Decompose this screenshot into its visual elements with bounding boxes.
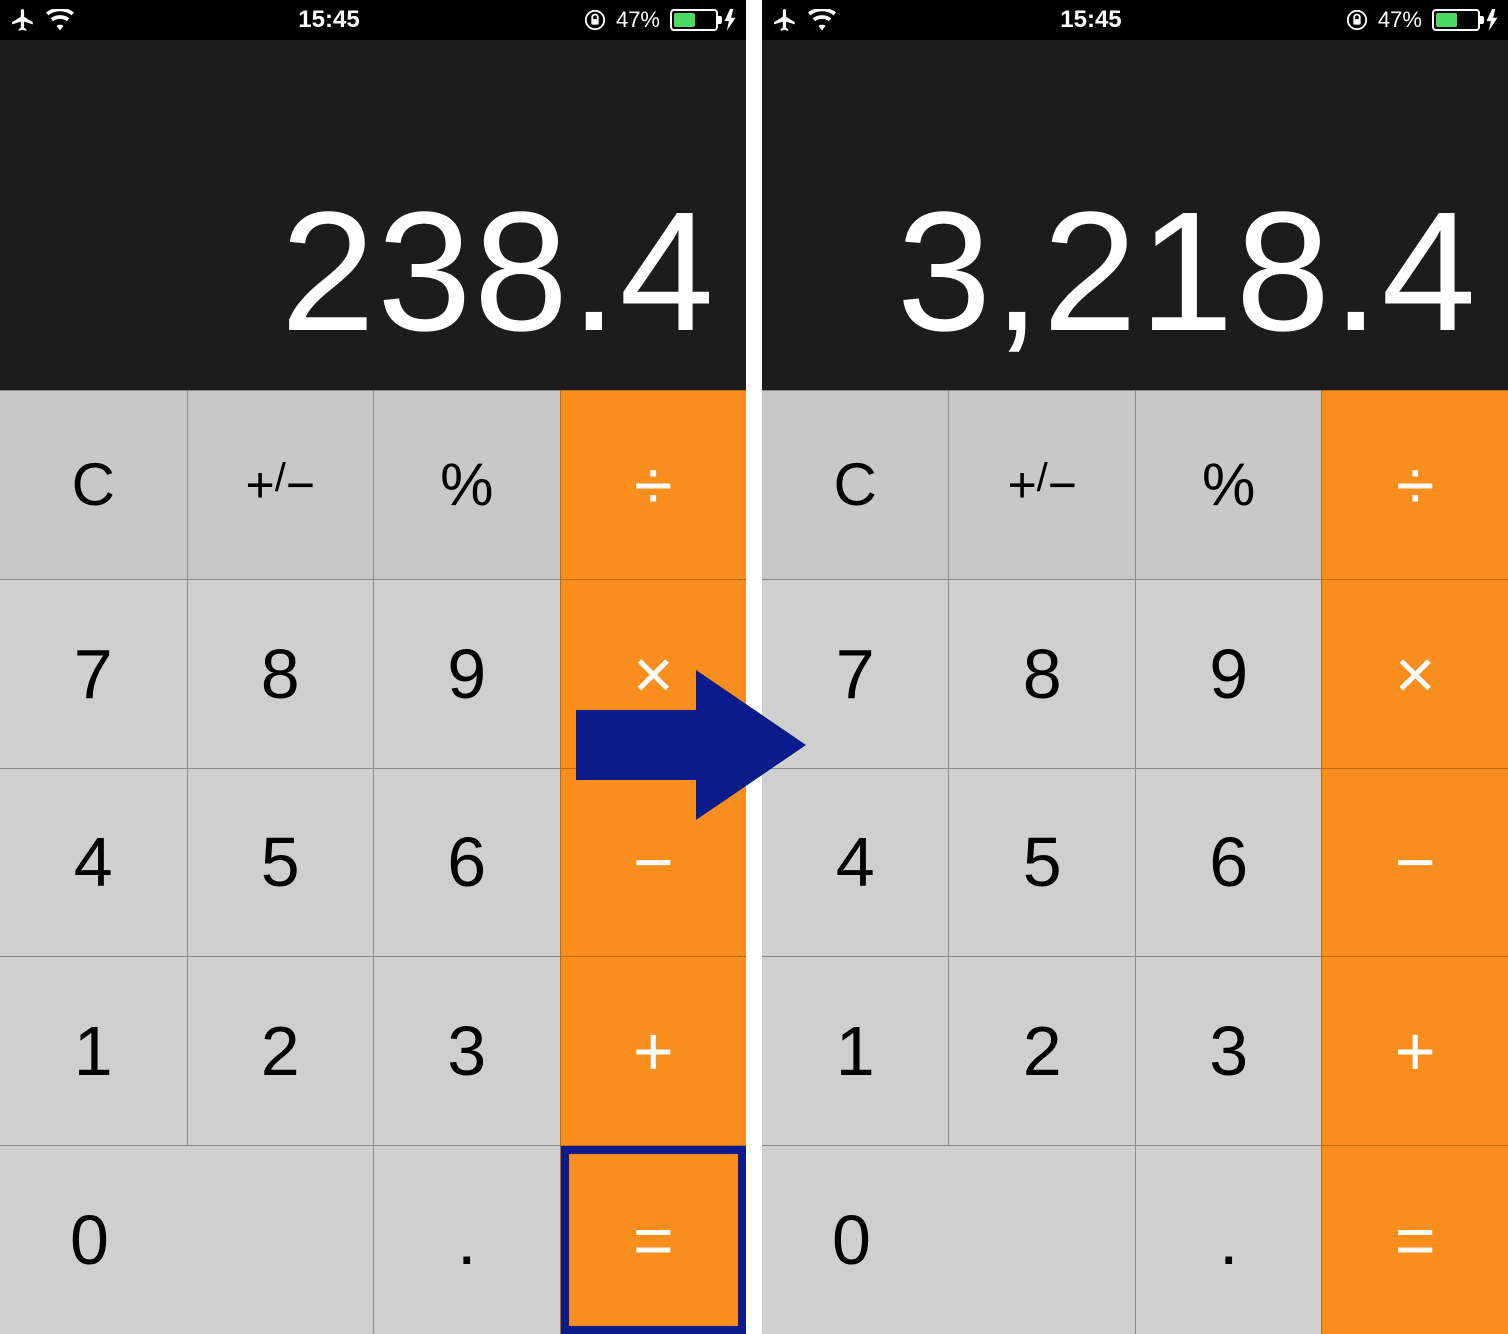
calculator-before: 15:45 47% 238.4 C +/− % ÷ 7 8 9	[0, 0, 746, 1334]
status-bar: 15:45 47%	[0, 0, 746, 40]
divide-button[interactable]: ÷	[1321, 390, 1508, 579]
orientation-lock-icon	[584, 9, 606, 31]
equals-button[interactable]: =	[1321, 1145, 1508, 1334]
digit-5-button[interactable]: 5	[948, 768, 1135, 957]
calculator-display: 3,218.4	[762, 40, 1508, 390]
plus-minus-button[interactable]: +/−	[948, 390, 1135, 579]
orientation-lock-icon	[1346, 9, 1368, 31]
display-value: 238.4	[281, 174, 716, 370]
equals-button[interactable]: =	[560, 1145, 747, 1334]
digit-8-button[interactable]: 8	[187, 579, 374, 768]
digit-7-button[interactable]: 7	[762, 579, 949, 768]
divide-button[interactable]: ÷	[560, 390, 747, 579]
keypad: C +/− % ÷ 7 8 9 × 4 5 6 − 1 2 3 + 0 . =	[762, 390, 1508, 1334]
clear-button[interactable]: C	[0, 390, 187, 579]
minus-button[interactable]: −	[560, 768, 747, 957]
digit-1-button[interactable]: 1	[0, 956, 187, 1145]
battery-percent: 47%	[616, 7, 660, 33]
status-time: 15:45	[298, 6, 359, 34]
plus-button[interactable]: +	[560, 956, 747, 1145]
calculator-display: 238.4	[0, 40, 746, 390]
airplane-mode-icon	[10, 7, 36, 33]
display-value: 3,218.4	[897, 174, 1478, 370]
decimal-button[interactable]: .	[373, 1145, 560, 1334]
calculator-after: 15:45 47% 3,218.4 C +/− % ÷ 7 8 9	[762, 0, 1508, 1334]
digit-5-button[interactable]: 5	[187, 768, 374, 957]
airplane-mode-icon	[772, 7, 798, 33]
multiply-button[interactable]: ×	[560, 579, 747, 768]
digit-2-button[interactable]: 2	[948, 956, 1135, 1145]
digit-9-button[interactable]: 9	[1135, 579, 1322, 768]
digit-9-button[interactable]: 9	[373, 579, 560, 768]
multiply-button[interactable]: ×	[1321, 579, 1508, 768]
keypad: C +/− % ÷ 7 8 9 × 4 5 6 − 1 2 3 + 0 . =	[0, 390, 746, 1334]
plus-minus-button[interactable]: +/−	[187, 390, 374, 579]
digit-8-button[interactable]: 8	[948, 579, 1135, 768]
digit-0-button[interactable]: 0	[0, 1145, 373, 1334]
wifi-icon	[46, 9, 74, 31]
digit-7-button[interactable]: 7	[0, 579, 187, 768]
digit-3-button[interactable]: 3	[1135, 956, 1322, 1145]
plus-button[interactable]: +	[1321, 956, 1508, 1145]
digit-3-button[interactable]: 3	[373, 956, 560, 1145]
digit-6-button[interactable]: 6	[373, 768, 560, 957]
status-time: 15:45	[1060, 6, 1121, 34]
battery-percent: 47%	[1378, 7, 1422, 33]
digit-4-button[interactable]: 4	[762, 768, 949, 957]
status-bar: 15:45 47%	[762, 0, 1508, 40]
battery-icon	[1432, 9, 1498, 31]
digit-2-button[interactable]: 2	[187, 956, 374, 1145]
digit-4-button[interactable]: 4	[0, 768, 187, 957]
digit-6-button[interactable]: 6	[1135, 768, 1322, 957]
digit-1-button[interactable]: 1	[762, 956, 949, 1145]
battery-icon	[670, 9, 736, 31]
wifi-icon	[808, 9, 836, 31]
clear-button[interactable]: C	[762, 390, 949, 579]
digit-0-button[interactable]: 0	[762, 1145, 1135, 1334]
decimal-button[interactable]: .	[1135, 1145, 1322, 1334]
percent-button[interactable]: %	[1135, 390, 1322, 579]
percent-button[interactable]: %	[373, 390, 560, 579]
minus-button[interactable]: −	[1321, 768, 1508, 957]
